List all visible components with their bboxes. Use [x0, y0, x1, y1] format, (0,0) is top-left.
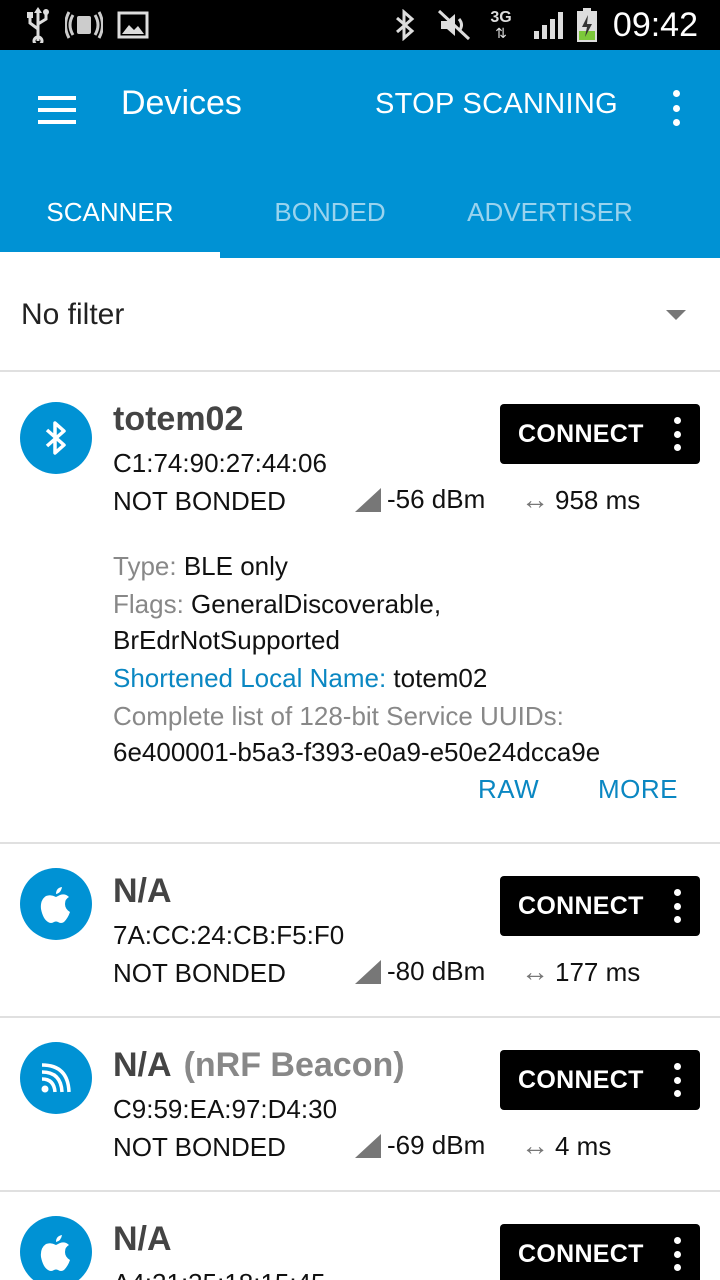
adv-interval: ↔ 4 ms — [521, 1130, 611, 1162]
image-icon — [116, 0, 150, 50]
uuid-value: 6e400001-b5a3-f393-e0a9-e50e24dcca9e — [113, 737, 601, 767]
bluetooth-icon — [20, 402, 92, 474]
beacon-icon — [20, 1042, 92, 1114]
device-overflow-icon[interactable] — [672, 417, 682, 451]
device-type-label: (nRF Beacon) — [183, 1046, 405, 1084]
menu-icon[interactable] — [28, 82, 84, 138]
device-name: N/A — [113, 872, 172, 910]
connect-button[interactable]: CONNECT — [500, 404, 700, 464]
bond-status: NOT BONDED — [113, 486, 286, 516]
advertising-details: Type: BLE only Flags: GeneralDiscoverabl… — [113, 548, 703, 770]
device-overflow-icon[interactable] — [672, 1237, 682, 1271]
signal-icon — [530, 0, 570, 50]
device-item[interactable]: N/A 7A:CC:24:CB:F5:F0 NOT BONDED -80 dBm… — [0, 844, 720, 1018]
more-button[interactable]: MORE — [598, 774, 678, 805]
flags-row: Flags: GeneralDiscoverable, — [113, 589, 442, 619]
device-overflow-icon[interactable] — [672, 889, 682, 923]
interval-value: 177 ms — [555, 956, 641, 987]
device-item[interactable]: N/A (nRF Beacon) C9:59:EA:97:D4:30 NOT BO… — [0, 1018, 720, 1192]
clock: 09:42 — [612, 6, 698, 44]
adv-interval: ↔ 958 ms — [521, 484, 640, 516]
device-mac: C9:59:EA:97:D4:30 — [113, 1094, 338, 1124]
rssi-value: -80 dBm — [387, 956, 486, 986]
rssi: -56 dBm — [355, 484, 485, 515]
interval-arrows-icon: ↔ — [521, 1130, 549, 1161]
interval-arrows-icon: ↔ — [521, 956, 549, 987]
tab-bonded[interactable]: BONDED — [220, 178, 440, 258]
network-3g-icon: 3G ⇅ — [490, 9, 512, 41]
device-mac: A4:21:35:18:15:45 — [113, 1268, 326, 1280]
device-overflow-icon[interactable] — [672, 1063, 682, 1097]
status-bar: 3G ⇅ 09:42 — [0, 0, 720, 50]
rssi: -69 dBm — [355, 1130, 485, 1161]
connect-button[interactable]: CONNECT — [500, 1050, 700, 1110]
mute-icon — [436, 0, 472, 50]
device-item[interactable]: totem02 C1:74:90:27:44:06 NOT BONDED -56… — [0, 372, 720, 844]
connect-button[interactable]: CONNECT — [500, 1224, 700, 1280]
device-mac: C1:74:90:27:44:06 — [113, 448, 327, 478]
connect-label: CONNECT — [518, 1066, 644, 1094]
device-name: N/A — [113, 1220, 172, 1258]
usb-icon — [22, 0, 54, 50]
tab-bar: SCANNER BONDED ADVERTISER — [0, 178, 720, 258]
device-item[interactable]: N/A A4:21:35:18:15:45 CONNECT — [0, 1192, 720, 1280]
device-name: N/A (nRF Beacon) — [113, 1046, 405, 1084]
stop-scanning-button[interactable]: STOP SCANNING — [375, 88, 618, 121]
connect-button[interactable]: CONNECT — [500, 876, 700, 936]
connect-label: CONNECT — [518, 1240, 644, 1268]
signal-strength-icon — [355, 959, 381, 984]
rssi: -80 dBm — [355, 956, 485, 987]
battery-charging-icon — [574, 0, 600, 50]
interval-value: 958 ms — [555, 484, 641, 515]
page-title: Devices — [121, 84, 242, 122]
overflow-menu-icon[interactable] — [660, 86, 692, 130]
bond-status: NOT BONDED — [113, 958, 286, 988]
tab-scanner[interactable]: SCANNER — [0, 178, 220, 258]
app-bar: Devices STOP SCANNING SCANNER BONDED ADV… — [0, 50, 720, 258]
device-name: totem02 — [113, 400, 244, 438]
local-name-row: Shortened Local Name: totem02 — [113, 663, 488, 693]
nfc-icon — [64, 0, 104, 50]
interval-arrows-icon: ↔ — [521, 484, 549, 515]
interval-value: 4 ms — [555, 1130, 612, 1161]
device-mac: 7A:CC:24:CB:F5:F0 — [113, 920, 345, 950]
filter-dropdown[interactable]: No filter — [0, 258, 720, 372]
uuid-label: Complete list of 128-bit Service UUIDs: — [113, 701, 564, 731]
flags-row-cont: BrEdrNotSupported — [113, 625, 340, 655]
apple-icon — [20, 1216, 92, 1280]
tab-advertiser[interactable]: ADVERTISER — [440, 178, 660, 258]
adv-interval: ↔ 177 ms — [521, 956, 640, 988]
connect-label: CONNECT — [518, 420, 644, 448]
bond-status: NOT BONDED — [113, 1132, 286, 1162]
filter-label: No filter — [21, 298, 125, 331]
bluetooth-icon — [392, 0, 418, 50]
raw-button[interactable]: RAW — [478, 774, 539, 805]
rssi-value: -56 dBm — [387, 484, 486, 514]
signal-strength-icon — [355, 1133, 381, 1158]
apple-icon — [20, 868, 92, 940]
signal-strength-icon — [355, 487, 381, 512]
type-row: Type: BLE only — [113, 551, 288, 581]
rssi-value: -69 dBm — [387, 1130, 486, 1160]
connect-label: CONNECT — [518, 892, 644, 920]
dropdown-arrow-icon — [666, 310, 686, 320]
